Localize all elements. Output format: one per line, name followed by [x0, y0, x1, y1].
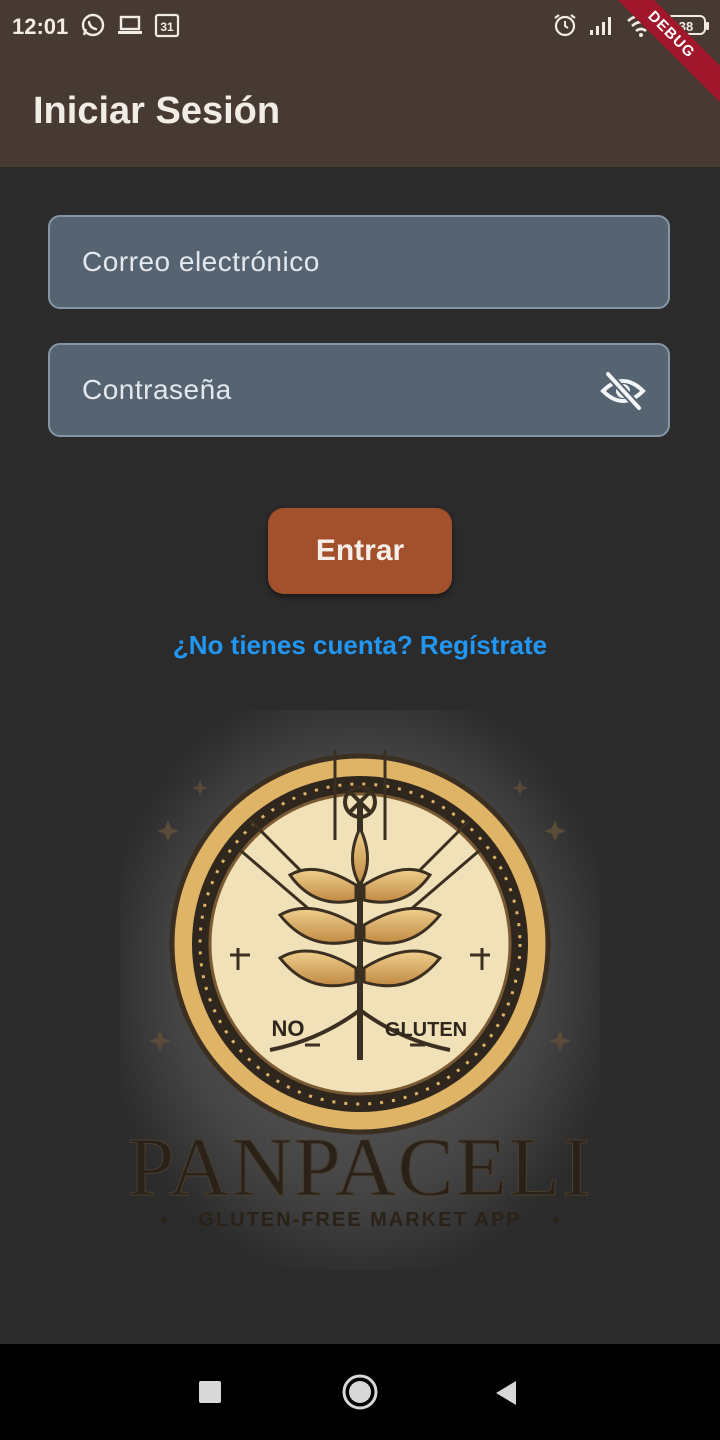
nav-bar [0, 1344, 720, 1440]
page-title: Iniciar Sesión [33, 90, 281, 132]
svg-text:PANPACELI: PANPACELI [128, 1121, 593, 1214]
home-circle-icon[interactable] [341, 1373, 379, 1411]
app-bar: Iniciar Sesión [0, 56, 720, 167]
notification-icons: 31 [80, 12, 180, 38]
status-time: 12:01 [12, 14, 69, 39]
panpaceli-logo: NO GLUTEN PANPACELI GLUTEN-FREE MARKET A… [120, 710, 600, 1270]
whatsapp-icon [81, 13, 105, 37]
svg-text:31: 31 [160, 20, 174, 34]
signal-icon [590, 17, 611, 35]
email-input[interactable] [50, 217, 668, 307]
password-input[interactable] [50, 345, 668, 435]
email-field[interactable] [48, 215, 670, 309]
login-button[interactable]: Entrar [268, 508, 452, 594]
svg-text:GLUTEN: GLUTEN [385, 1019, 467, 1041]
password-field[interactable] [48, 343, 670, 437]
back-triangle-icon[interactable] [494, 1380, 518, 1406]
status-bar: 12:01 31 38 [0, 0, 720, 56]
recents-square-icon[interactable] [198, 1380, 222, 1404]
calendar-icon: 31 [154, 13, 180, 38]
register-link[interactable]: ¿No tienes cuenta? Regístrate [0, 630, 720, 661]
laptop-icon [118, 15, 142, 34]
alarm-icon [554, 14, 576, 37]
visibility-off-icon[interactable] [600, 371, 646, 411]
svg-text:GLUTEN-FREE MARKET APP: GLUTEN-FREE MARKET APP [198, 1209, 521, 1231]
svg-text:NO: NO [272, 1016, 305, 1041]
